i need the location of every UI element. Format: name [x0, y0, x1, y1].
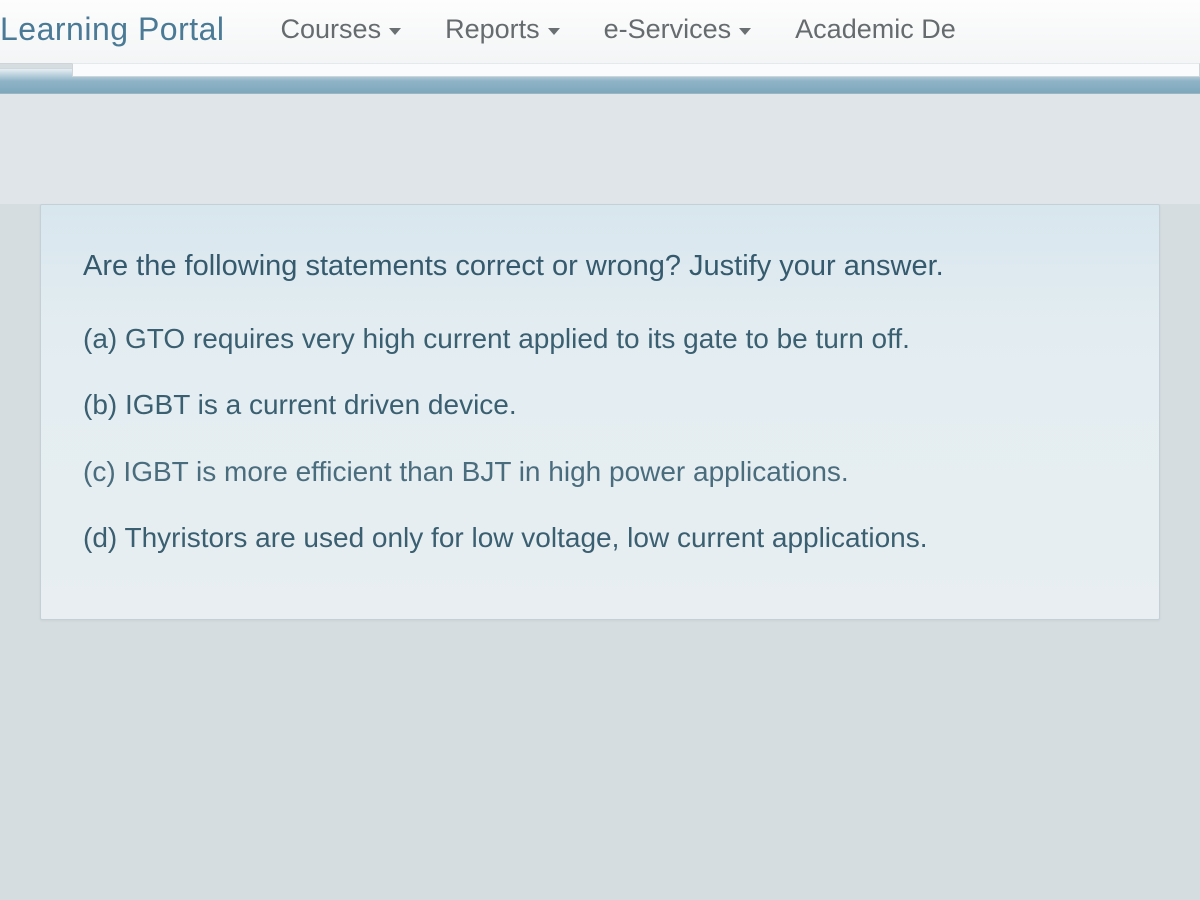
nav-item-label: e-Services — [604, 14, 732, 45]
secondary-bar-field — [72, 63, 1200, 77]
top-navbar: Learning Portal Courses Reports e-Servic… — [0, 0, 1200, 64]
question-option-b: (b) IGBT is a current driven device. — [83, 385, 1117, 426]
question-option-a: (a) GTO requires very high current appli… — [83, 319, 1117, 360]
question-option-c: (c) IGBT is more efficient than BJT in h… — [83, 452, 1117, 493]
caret-down-icon — [548, 28, 560, 35]
caret-down-icon — [739, 28, 751, 35]
caret-down-icon — [389, 28, 401, 35]
nav-item-label: Academic De — [795, 14, 956, 45]
secondary-bar — [0, 68, 1200, 94]
question-card: Are the following statements correct or … — [40, 204, 1160, 620]
nav-item-eservices[interactable]: e-Services — [596, 10, 760, 49]
question-option-d: (d) Thyristors are used only for low vol… — [83, 518, 1117, 559]
nav-item-reports[interactable]: Reports — [437, 10, 568, 49]
nav-item-academic[interactable]: Academic De — [787, 10, 964, 49]
nav-item-courses[interactable]: Courses — [273, 10, 410, 49]
content-spacer — [0, 94, 1200, 204]
nav-item-label: Courses — [281, 14, 382, 45]
question-prompt: Are the following statements correct or … — [83, 245, 1117, 289]
navbar-brand[interactable]: Learning Portal — [0, 11, 225, 48]
nav-item-label: Reports — [445, 14, 540, 45]
